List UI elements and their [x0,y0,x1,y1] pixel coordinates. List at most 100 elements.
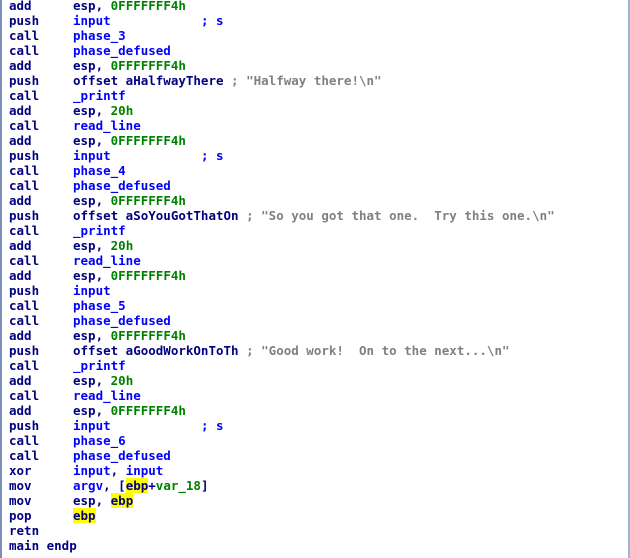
instruction-mnemonic: mov [9,478,32,493]
symbol-token[interactable]: input [73,283,111,298]
instruction-operands: phase_5 [73,298,126,313]
instruction-mnemonic: mov [9,493,32,508]
symbol-token[interactable]: phase_defused [73,178,171,193]
symbol-token[interactable]: input [73,418,111,433]
symbol-token[interactable]: phase_defused [73,43,171,58]
symbol-token[interactable]: phase_4 [73,163,126,178]
punctuation-token: , [95,328,111,343]
instruction-mnemonic: call [9,163,40,178]
instruction-mnemonic: add [9,238,32,253]
register-token: esp [73,0,96,13]
instruction-mnemonic: call [9,28,40,43]
highlighted-register-token[interactable]: ebp [73,508,96,523]
symbol-token[interactable]: read_line [73,118,141,133]
variable-token[interactable]: var_18 [156,478,201,493]
instruction-operands: input ; s [73,148,224,163]
register-token: esp [73,238,96,253]
symbol-token[interactable]: argv [73,478,103,493]
instruction-operands: ebp [73,508,96,523]
instruction-mnemonic: call [9,223,40,238]
register-token: esp [73,58,96,73]
register-token: esp [73,193,96,208]
number-token: 0FFFFFFF4h [110,328,186,343]
punctuation-token [111,418,201,433]
instruction-mnemonic: call [9,88,40,103]
instruction-mnemonic: push [9,13,40,28]
highlighted-register-token[interactable]: ebp [125,478,149,493]
highlighted-register-token[interactable]: ebp [110,493,134,508]
instruction-operands: offset aGoodWorkOnToTh ; "Good work! On … [73,343,510,358]
symbol-token[interactable]: ; s [201,13,224,28]
instruction-operands: phase_3 [73,28,126,43]
instruction-operands: _printf [73,223,126,238]
punctuation-token: , [95,238,111,253]
instruction-operands: phase_defused [73,178,171,193]
instruction-operands: phase_defused [73,313,171,328]
comment-token: ; "So you got that one. Try this one.\n" [238,208,555,223]
instruction-mnemonic: xor [9,463,32,478]
punctuation-token: ] [200,478,209,493]
symbol-token[interactable]: read_line [73,388,141,403]
comment-token: ; "Good work! On to the next...\n" [238,343,510,358]
symbol-token[interactable]: phase_6 [73,433,126,448]
instruction-operands: esp, 0FFFFFFF4h [73,403,186,418]
instruction-mnemonic: add [9,403,32,418]
instruction-operands: _printf [73,358,126,373]
symbol-token[interactable]: input [73,148,111,163]
number-token: 0FFFFFFF4h [110,133,186,148]
symbol-token[interactable]: phase_defused [73,448,171,463]
instruction-operands: input, input [73,463,163,478]
symbol-token[interactable]: read_line [73,253,141,268]
instruction-operands: esp, 0FFFFFFF4h [73,0,186,13]
instruction-operands: esp, 0FFFFFFF4h [73,133,186,148]
offset-token[interactable]: offset aSoYouGotThatOn [73,208,239,223]
punctuation-token [111,148,201,163]
symbol-token[interactable]: ; s [201,418,224,433]
symbol-token[interactable]: phase_3 [73,28,126,43]
instruction-operands: read_line [73,118,141,133]
instruction-mnemonic: call [9,253,40,268]
number-token: 0FFFFFFF4h [110,268,186,283]
punctuation-token: , [ [103,478,126,493]
punctuation-token: , [95,193,111,208]
instruction-mnemonic: add [9,268,32,283]
instruction-mnemonic: call [9,298,40,313]
instruction-mnemonic: add [9,0,32,13]
number-token: 0FFFFFFF4h [110,0,186,13]
symbol-token[interactable]: input [73,463,111,478]
instruction-mnemonic: push [9,73,40,88]
punctuation-token [111,13,201,28]
instruction-mnemonic: call [9,388,40,403]
instruction-operands: esp, 20h [73,238,133,253]
instruction-operands: esp, 0FFFFFFF4h [73,58,186,73]
symbol-token[interactable]: _printf [73,358,126,373]
symbol-token[interactable]: phase_5 [73,298,126,313]
symbol-token[interactable]: input [126,463,164,478]
symbol-token[interactable]: phase_defused [73,313,171,328]
instruction-operands: esp, ebp [73,493,134,508]
instruction-operands: esp, 20h [73,103,133,118]
instruction-mnemonic: push [9,148,40,163]
symbol-token[interactable]: ; s [201,148,224,163]
symbol-token[interactable]: input [73,13,111,28]
instruction-operands: input [73,283,111,298]
instruction-mnemonic: pop [9,508,32,523]
symbol-token[interactable]: _printf [73,88,126,103]
punctuation-token: , [95,268,111,283]
punctuation-token: , [95,58,111,73]
instruction-mnemonic: retn [9,523,40,538]
symbol-token[interactable]: _printf [73,223,126,238]
instruction-operands: input ; s [73,418,224,433]
register-token: esp [73,133,96,148]
instruction-mnemonic: call [9,358,40,373]
instruction-mnemonic: main endp [9,538,77,553]
instruction-mnemonic: add [9,133,32,148]
offset-token[interactable]: offset aHalfwayThere [73,73,224,88]
punctuation-token: + [148,478,156,493]
instruction-operands: esp, 0FFFFFFF4h [73,328,186,343]
instruction-mnemonic: push [9,343,40,358]
instruction-mnemonic: push [9,208,40,223]
register-token: esp [73,328,96,343]
offset-token[interactable]: offset aGoodWorkOnToTh [73,343,239,358]
instruction-mnemonic: call [9,433,40,448]
